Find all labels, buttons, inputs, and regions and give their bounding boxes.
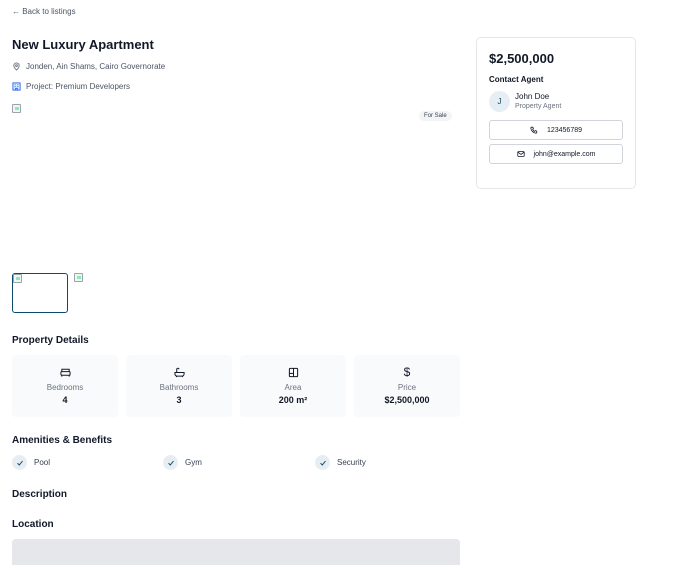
stat-value: 4 [62, 395, 68, 405]
thumbnail-2[interactable] [74, 273, 130, 313]
back-to-listings-link[interactable]: ← Back to listings [12, 7, 76, 16]
property-stats: Bedrooms 4 Bathrooms 3 Area 200 m² $ Pri… [12, 355, 460, 417]
agent-avatar: J [489, 91, 510, 112]
main-property-image [12, 104, 455, 264]
bed-icon [59, 367, 71, 378]
stat-label: Price [397, 383, 417, 392]
check-icon [12, 455, 27, 470]
listing-project: Project: Premium Developers [12, 82, 130, 91]
listing-title: New Luxury Apartment [12, 37, 154, 52]
description-heading: Description [12, 489, 68, 500]
project-text: Project: Premium Developers [26, 82, 131, 91]
dollar-icon: $ [403, 365, 411, 379]
amenity-item: Pool [12, 455, 50, 470]
amenity-label: Security [337, 458, 366, 467]
bath-icon [173, 367, 185, 378]
location-heading: Location [12, 519, 54, 530]
stat-label: Bathrooms [159, 383, 199, 392]
stat-value: 200 m² [278, 395, 308, 405]
stat-value: $2,500,000 [384, 395, 430, 405]
mail-icon [517, 150, 526, 159]
email-address: john@example.com [533, 150, 596, 158]
stat-price: $ Price $2,500,000 [354, 355, 460, 417]
property-details-heading: Property Details [12, 335, 89, 346]
listing-address: Jonden, Ain Shams, Cairo Governorate [12, 62, 165, 71]
amenity-item: Security [315, 455, 366, 470]
stat-label: Bedrooms [46, 383, 84, 392]
address-text: Jonden, Ain Shams, Cairo Governorate [26, 62, 166, 71]
call-agent-button[interactable]: 123456789 [489, 120, 623, 140]
agent-name: John Doe [515, 92, 550, 101]
location-map[interactable] [12, 539, 460, 565]
amenity-item: Gym [163, 455, 202, 470]
sidebar-price: $2,500,000 [489, 51, 555, 66]
stat-bathrooms: Bathrooms 3 [126, 355, 232, 417]
broken-image-icon [12, 104, 21, 113]
agent-role: Property Agent [515, 103, 562, 110]
phone-number: 123456789 [546, 126, 583, 134]
map-pin-icon [12, 62, 21, 71]
stat-value: 3 [176, 395, 182, 405]
broken-image-icon [74, 273, 83, 282]
stat-area: Area 200 m² [240, 355, 346, 417]
check-icon [163, 455, 178, 470]
status-badge: For Sale [419, 111, 452, 121]
contact-agent-heading: Contact Agent [489, 75, 544, 84]
phone-icon [530, 126, 539, 135]
thumbnail-1[interactable] [12, 273, 68, 313]
area-icon [288, 367, 299, 378]
stat-label: Area [284, 383, 302, 392]
broken-image-icon [13, 274, 22, 283]
check-icon [315, 455, 330, 470]
amenities-heading: Amenities & Benefits [12, 435, 113, 446]
stat-bedrooms: Bedrooms 4 [12, 355, 118, 417]
contact-sidebar: $2,500,000 Contact Agent J John Doe Prop… [476, 37, 636, 189]
amenity-label: Pool [34, 458, 51, 467]
building-icon [12, 82, 21, 91]
email-agent-button[interactable]: john@example.com [489, 144, 623, 164]
amenity-label: Gym [185, 458, 202, 467]
